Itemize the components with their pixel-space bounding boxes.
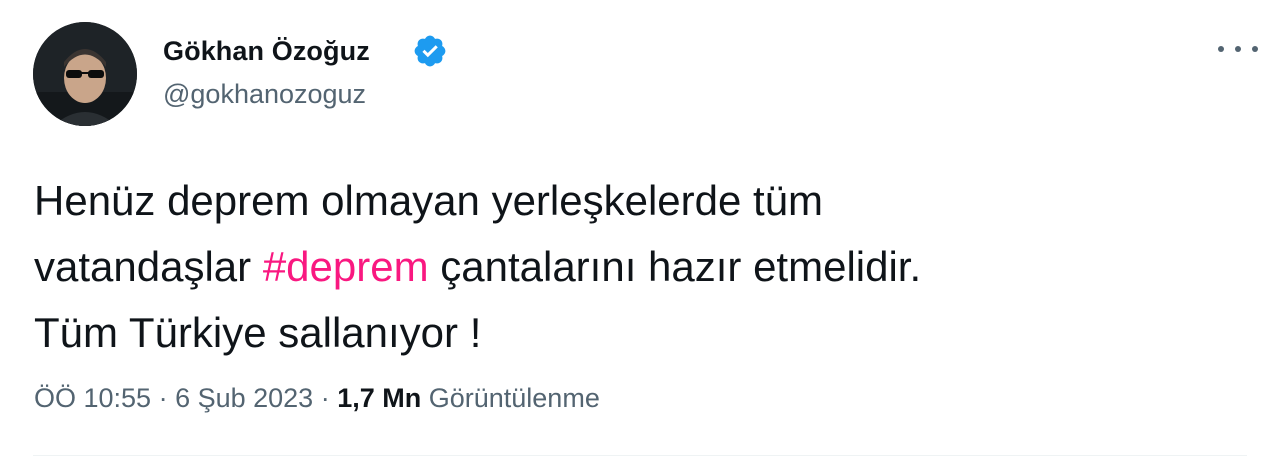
meta-separator: · <box>151 383 176 413</box>
views-label: Görüntülenme <box>421 383 600 413</box>
tweet: Gökhan Özoğuz @gokhanozoguz Henüz deprem… <box>0 0 1280 467</box>
tweet-time[interactable]: ÖÖ 10:55 <box>34 383 151 413</box>
more-dot <box>1252 46 1258 52</box>
more-dot <box>1235 46 1241 52</box>
meta-separator: · <box>313 383 338 413</box>
tweet-text: Henüz deprem olmayan yerleşkelerde tüm v… <box>34 168 1234 366</box>
hashtag-link[interactable]: #deprem <box>263 243 429 290</box>
tweet-meta: ÖÖ 10:55 · 6 Şub 2023 · 1,7 Mn Görüntüle… <box>34 383 600 414</box>
views-count[interactable]: 1,7 Mn <box>337 383 421 413</box>
avatar[interactable] <box>33 22 137 126</box>
more-dot <box>1218 46 1224 52</box>
tweet-date[interactable]: 6 Şub 2023 <box>175 383 313 413</box>
avatar-image <box>33 22 137 126</box>
author-display-name[interactable]: Gökhan Özoğuz <box>163 36 370 67</box>
author-handle[interactable]: @gokhanozoguz <box>163 79 366 110</box>
verified-badge-icon <box>414 35 446 67</box>
divider <box>33 455 1247 456</box>
more-options-icon[interactable] <box>1218 34 1258 64</box>
